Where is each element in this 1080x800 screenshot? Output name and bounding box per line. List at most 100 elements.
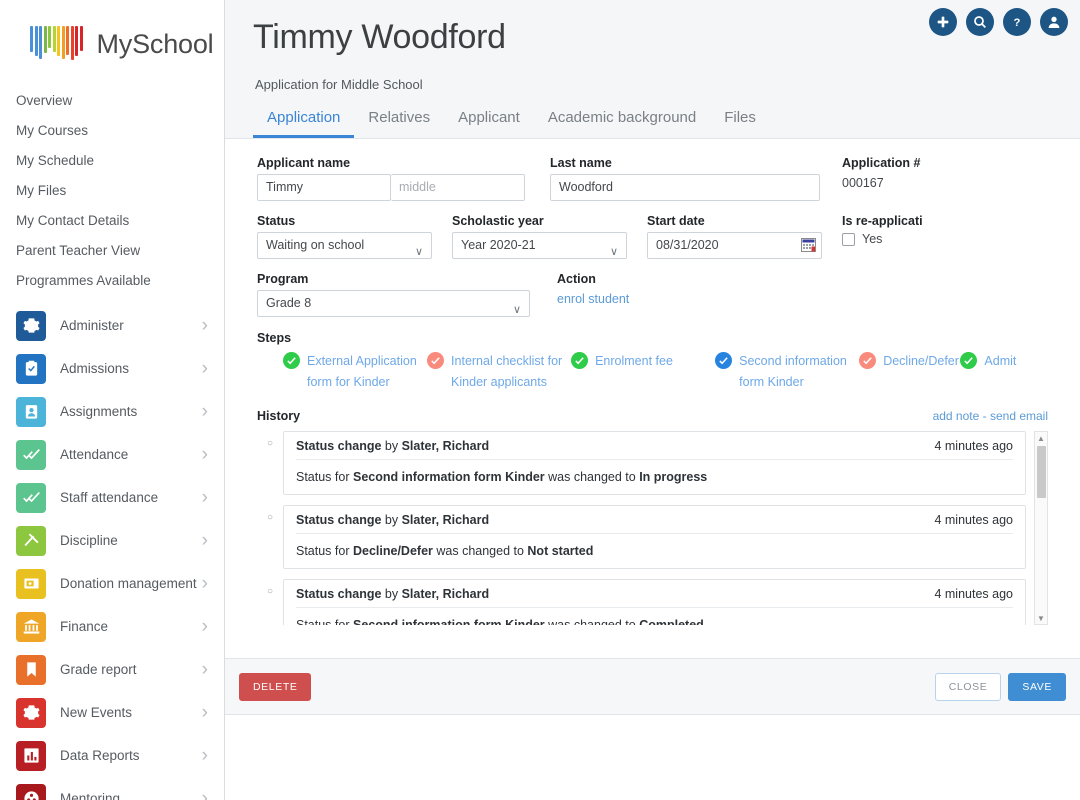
sidebar-item-overview[interactable]: Overview <box>0 86 224 116</box>
sidebar-item-assignments[interactable]: Assignments › <box>0 390 224 433</box>
step-label[interactable]: Enrolment fee <box>595 351 673 372</box>
sidebar-item-mentoring[interactable]: Mentoring › <box>0 777 224 800</box>
user-icon[interactable] <box>1040 8 1068 36</box>
history-link-separator: - <box>979 409 990 423</box>
middle-name-input[interactable]: middle <box>391 174 525 201</box>
chevron-right-icon[interactable]: › <box>202 746 208 765</box>
history-header: History add note - send email <box>257 409 1048 423</box>
add-note-link[interactable]: add note <box>933 409 980 423</box>
send-email-link[interactable]: send email <box>990 409 1048 423</box>
step-label[interactable]: Second information form Kinder <box>739 351 847 393</box>
help-icon[interactable]: ? <box>1003 8 1031 36</box>
bar-chart-icon <box>16 740 46 771</box>
add-icon[interactable] <box>929 8 957 36</box>
step-item[interactable]: External Application form for Kinder <box>283 351 427 393</box>
calendar-icon[interactable] <box>801 237 816 262</box>
scrollbar-thumb[interactable] <box>1037 446 1046 498</box>
sidebar-item-data-reports[interactable]: Data Reports › <box>0 734 224 777</box>
logo-bar <box>34 26 38 56</box>
save-button[interactable]: SAVE <box>1008 672 1066 701</box>
step-label[interactable]: External Application form for Kinder <box>307 351 417 393</box>
scholastic-year-select[interactable]: Year 2020-21 ∨ <box>452 232 627 259</box>
svg-text:?: ? <box>1014 17 1021 29</box>
sidebar-item-grade-report[interactable]: Grade report › <box>0 648 224 691</box>
logo-bar <box>39 26 42 59</box>
step-label[interactable]: Decline/Defer <box>883 351 959 372</box>
chevron-right-icon[interactable]: › <box>202 316 208 335</box>
page-content: Applicant name Timmy middle Last name Wo… <box>225 140 1080 800</box>
step-label[interactable]: Admit <box>984 351 1016 372</box>
status-select[interactable]: Waiting on school ∨ <box>257 232 432 259</box>
page-title: Timmy Woodford <box>253 18 506 56</box>
chevron-down-icon: ∨ <box>414 246 423 258</box>
sidebar-icon-nav: Administer › Admissions › Assignments › Attend… <box>0 304 224 800</box>
scholastic-year-label: Scholastic year <box>452 214 544 228</box>
chevron-right-icon[interactable]: › <box>202 488 208 507</box>
sidebar-item-my-courses[interactable]: My Courses <box>0 116 224 146</box>
sidebar-item-administer[interactable]: Administer › <box>0 304 224 347</box>
history-timestamp: 4 minutes ago <box>934 439 1013 453</box>
sidebar-item-label: Data Reports <box>60 748 140 763</box>
is-reapplication-checkbox[interactable] <box>842 232 855 246</box>
steps-list: External Application form for Kinder Inter… <box>283 351 1048 393</box>
chevron-right-icon[interactable]: › <box>202 402 208 421</box>
step-check-icon <box>859 352 877 369</box>
sidebar-item-my-schedule[interactable]: My Schedule <box>0 146 224 176</box>
sidebar-item-donation-management[interactable]: Donation management › <box>0 562 224 605</box>
step-item[interactable]: Internal checklist for Kinder applicants <box>427 351 571 393</box>
step-check-icon <box>283 352 300 369</box>
sidebar-item-programmes-available[interactable]: Programmes Available <box>0 266 224 296</box>
program-select[interactable]: Grade 8 ∨ <box>257 290 530 317</box>
chevron-right-icon[interactable]: › <box>202 531 208 550</box>
sidebar-item-parent-teacher-view[interactable]: Parent Teacher View <box>0 236 224 266</box>
chevron-right-icon[interactable]: › <box>202 574 208 593</box>
gear-icon <box>16 697 46 728</box>
delete-button[interactable]: DELETE <box>239 672 312 701</box>
people-icon <box>16 783 46 800</box>
history-bullet-icon: ○ <box>266 586 274 597</box>
step-item[interactable]: Enrolment fee <box>571 351 715 393</box>
chevron-right-icon[interactable]: › <box>202 617 208 636</box>
chevron-right-icon[interactable]: › <box>202 703 208 722</box>
step-item[interactable]: Second information form Kinder <box>715 351 859 393</box>
application-number-group: Application # 000167 <box>842 156 920 190</box>
search-icon[interactable] <box>966 8 994 36</box>
tab-files[interactable]: Files <box>710 106 770 138</box>
start-date-input[interactable]: 08/31/2020 <box>647 232 822 259</box>
double-check-icon <box>16 439 46 470</box>
history-scrollbar[interactable]: ▲ ▼ <box>1034 431 1048 625</box>
sidebar-item-admissions[interactable]: Admissions › <box>0 347 224 390</box>
chevron-right-icon[interactable]: › <box>202 789 208 800</box>
tab-relatives[interactable]: Relatives <box>354 106 444 138</box>
last-name-input[interactable]: Woodford <box>550 174 820 201</box>
sidebar-item-finance[interactable]: Finance › <box>0 605 224 648</box>
enrol-student-link[interactable]: enrol student <box>557 292 629 306</box>
sidebar-item-my-files[interactable]: My Files <box>0 176 224 206</box>
step-label[interactable]: Internal checklist for Kinder applicants <box>451 351 562 393</box>
double-check-icon <box>16 482 46 513</box>
sidebar-item-attendance[interactable]: Attendance › <box>0 433 224 476</box>
chevron-right-icon[interactable]: › <box>202 660 208 679</box>
main-area: ? Timmy Woodford Application for Middle … <box>225 0 1080 800</box>
chevron-right-icon[interactable]: › <box>202 359 208 378</box>
tab-applicant[interactable]: Applicant <box>444 106 534 138</box>
close-button[interactable]: CLOSE <box>934 672 1002 701</box>
sidebar-item-label: New Events <box>60 705 133 720</box>
scholastic-year-group: Scholastic year Year 2020-21 ∨ <box>452 214 647 259</box>
first-name-input[interactable]: Timmy <box>257 174 391 201</box>
tab-application[interactable]: Application <box>253 106 355 138</box>
sidebar-item-my-contact-details[interactable]: My Contact Details <box>0 206 224 236</box>
chevron-right-icon[interactable]: › <box>202 445 208 464</box>
sidebar-item-discipline[interactable]: Discipline › <box>0 519 224 562</box>
sidebar-item-new-events[interactable]: New Events › <box>0 691 224 734</box>
money-icon <box>16 568 46 599</box>
tab-academic-background[interactable]: Academic background <box>534 106 710 138</box>
scroll-down-icon[interactable]: ▼ <box>1035 612 1047 624</box>
brand-logo[interactable]: MySchool <box>0 0 224 70</box>
step-item[interactable]: Admit <box>960 351 1048 393</box>
step-item[interactable]: Decline/Defer <box>859 351 960 393</box>
scroll-up-icon[interactable]: ▲ <box>1035 432 1047 444</box>
sidebar-item-staff-attendance[interactable]: Staff attendance › <box>0 476 224 519</box>
app-root: MySchool Overview My Courses My Schedule My… <box>0 0 1080 800</box>
history-card: Status change by Slater, Richard 4 minute… <box>283 431 1026 495</box>
